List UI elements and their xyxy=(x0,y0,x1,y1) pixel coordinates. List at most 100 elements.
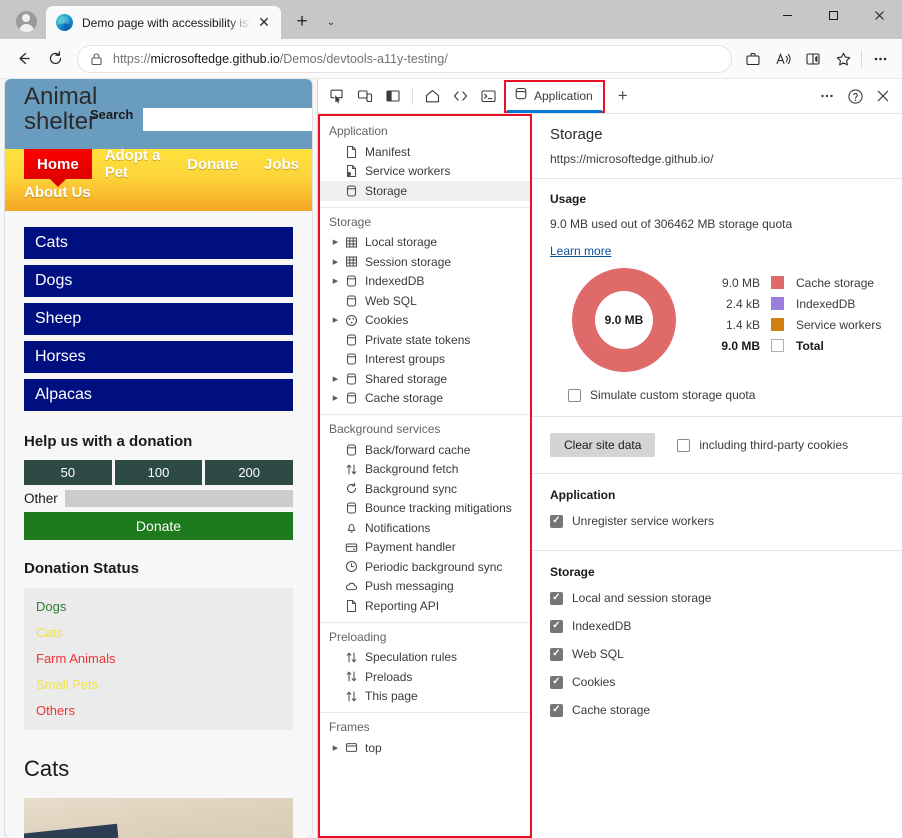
favorite-star-icon[interactable] xyxy=(828,45,858,73)
elements-icon[interactable] xyxy=(446,82,474,110)
browser-tab-active[interactable]: Demo page with accessibility issues ✕ xyxy=(46,6,281,39)
chevron-right-icon[interactable]: ▶ xyxy=(329,744,342,752)
sidebar-item-bounce-tracking-mitigations[interactable]: Bounce tracking mitigations xyxy=(320,499,530,519)
indexeddb-checkbox[interactable] xyxy=(550,620,563,633)
donation-amount-row: 50 100 200 xyxy=(24,460,293,485)
sidebar-item-push-messaging[interactable]: Push messaging xyxy=(320,577,530,597)
chevron-right-icon[interactable]: ▶ xyxy=(329,277,342,285)
chevron-right-icon[interactable]: ▶ xyxy=(329,258,342,266)
animal-button-horses[interactable]: Horses xyxy=(24,341,293,373)
checkbox-row-unregister-service-workers[interactable]: Unregister service workers xyxy=(550,514,902,528)
sidebar-item-cookies[interactable]: ▶ Cookies xyxy=(320,311,530,331)
sidebar-item-periodic-background-sync[interactable]: Periodic background sync xyxy=(320,557,530,577)
sidebar-item-back-forward-cache[interactable]: Back/forward cache xyxy=(320,440,530,460)
checkbox-row-cache-storage[interactable]: Cache storage xyxy=(550,703,902,717)
close-devtools-icon[interactable] xyxy=(869,82,897,110)
sidebar-item-label: Payment handler xyxy=(365,540,456,554)
third-party-cookies-checkbox[interactable] xyxy=(677,439,690,452)
sidebar-item-service-workers[interactable]: Service workers xyxy=(320,162,530,182)
new-tab-button[interactable]: + xyxy=(288,8,316,36)
checkbox-row-cookies[interactable]: Cookies xyxy=(550,675,902,689)
browser-window: Demo page with accessibility issues ✕ + … xyxy=(0,0,902,838)
sidebar-item-payment-handler[interactable]: Payment handler xyxy=(320,538,530,558)
amount-button-100[interactable]: 100 xyxy=(115,460,203,485)
learn-more-link[interactable]: Learn more xyxy=(550,244,611,258)
sidebar-item-private-state-tokens[interactable]: ▶ Private state tokens xyxy=(320,330,530,350)
chevron-right-icon[interactable]: ▶ xyxy=(329,375,342,383)
tab-application[interactable]: Application xyxy=(507,83,602,110)
search-input[interactable] xyxy=(143,108,312,131)
checkbox-row-local-and-session-storage[interactable]: Local and session storage xyxy=(550,591,902,605)
more-options-icon[interactable] xyxy=(813,82,841,110)
animal-button-dogs[interactable]: Dogs xyxy=(24,265,293,297)
animal-button-sheep[interactable]: Sheep xyxy=(24,303,293,335)
animal-button-alpacas[interactable]: Alpacas xyxy=(24,379,293,411)
immersive-reader-icon[interactable] xyxy=(798,45,828,73)
unregister-service-workers-checkbox[interactable] xyxy=(550,515,563,528)
sidebar-item-session-storage[interactable]: ▶ Session storage xyxy=(320,252,530,272)
close-icon[interactable]: ✕ xyxy=(253,12,275,34)
chevron-right-icon[interactable]: ▶ xyxy=(329,238,342,246)
sidebar-item-top-frame[interactable]: ▶ top xyxy=(320,738,530,758)
amount-button-50[interactable]: 50 xyxy=(24,460,112,485)
third-party-cookies-row[interactable]: including third-party cookies xyxy=(677,438,848,452)
other-amount-input[interactable] xyxy=(65,490,293,507)
sidebar-item-background-sync[interactable]: Background sync xyxy=(320,479,530,499)
help-icon[interactable] xyxy=(841,82,869,110)
read-aloud-icon[interactable] xyxy=(768,45,798,73)
close-window-button[interactable] xyxy=(856,0,902,31)
checkbox-row-web-sql[interactable]: Web SQL xyxy=(550,647,902,661)
back-button[interactable] xyxy=(7,43,39,75)
nav-item-donate[interactable]: Donate xyxy=(174,149,251,179)
sidebar-item-interest-groups[interactable]: ▶ Interest groups xyxy=(320,350,530,370)
nav-item-jobs[interactable]: Jobs xyxy=(251,149,312,179)
amount-button-200[interactable]: 200 xyxy=(205,460,293,485)
sidebar-item-label: Cookies xyxy=(365,313,408,327)
minimize-button[interactable] xyxy=(764,0,810,31)
simulate-quota-checkbox[interactable] xyxy=(568,389,581,402)
sidebar-item-indexeddb[interactable]: ▶ IndexedDB xyxy=(320,272,530,292)
device-emulation-icon[interactable] xyxy=(351,82,379,110)
simulate-quota-row[interactable]: Simulate custom storage quota xyxy=(550,372,902,402)
dock-side-icon[interactable] xyxy=(379,82,407,110)
settings-more-icon[interactable] xyxy=(865,45,895,73)
inspect-element-icon[interactable] xyxy=(323,82,351,110)
chevron-right-icon[interactable]: ▶ xyxy=(329,316,342,324)
cookies-checkbox[interactable] xyxy=(550,676,563,689)
sidebar-item-cache-storage[interactable]: ▶ Cache storage xyxy=(320,389,530,409)
add-panel-button[interactable]: + xyxy=(610,82,636,110)
sidebar-item-background-fetch[interactable]: Background fetch xyxy=(320,460,530,480)
checkbox-row-indexeddb[interactable]: IndexedDB xyxy=(550,619,902,633)
sidebar-item-shared-storage[interactable]: ▶ Shared storage xyxy=(320,369,530,389)
donate-button[interactable]: Donate xyxy=(24,512,293,540)
collections-icon[interactable] xyxy=(738,45,768,73)
home-icon[interactable] xyxy=(418,82,446,110)
console-icon[interactable] xyxy=(474,82,502,110)
sidebar-item-preloads[interactable]: Preloads xyxy=(320,667,530,687)
cache-storage-checkbox[interactable] xyxy=(550,704,563,717)
sidebar-item-speculation-rules[interactable]: Speculation rules xyxy=(320,648,530,668)
address-input[interactable]: https://microsoftedge.github.io/Demos/de… xyxy=(77,45,732,73)
sidebar-item-reporting-api[interactable]: Reporting API xyxy=(320,596,530,616)
sidebar-item-storage[interactable]: Storage xyxy=(320,181,530,201)
legend-label: IndexedDB xyxy=(796,297,855,311)
clear-site-data-button[interactable]: Clear site data xyxy=(550,433,655,457)
local-session-storage-checkbox[interactable] xyxy=(550,592,563,605)
chevron-down-icon[interactable]: ⌄ xyxy=(318,8,344,36)
sidebar-item-web-sql[interactable]: ▶ Web SQL xyxy=(320,291,530,311)
nav-item-adopt-a-pet[interactable]: Adopt a Pet xyxy=(92,149,174,179)
sidebar-item-manifest[interactable]: Manifest xyxy=(320,142,530,162)
sidebar-item-label: Local storage xyxy=(365,235,437,249)
chevron-right-icon[interactable]: ▶ xyxy=(329,394,342,402)
profile-button[interactable] xyxy=(8,6,44,36)
sidebar-item-this-page[interactable]: This page xyxy=(320,687,530,707)
sidebar-item-notifications[interactable]: Notifications xyxy=(320,518,530,538)
animal-button-cats[interactable]: Cats xyxy=(24,227,293,259)
maximize-button[interactable] xyxy=(810,0,856,31)
sidebar-item-local-storage[interactable]: ▶ Local storage xyxy=(320,233,530,253)
nav-item-home[interactable]: Home xyxy=(24,149,92,179)
reload-button[interactable] xyxy=(39,43,71,75)
content-area: Animal shelter Search Home Adopt a Pet D… xyxy=(0,78,902,838)
other-amount-row: Other xyxy=(24,490,293,507)
web-sql-checkbox[interactable] xyxy=(550,648,563,661)
